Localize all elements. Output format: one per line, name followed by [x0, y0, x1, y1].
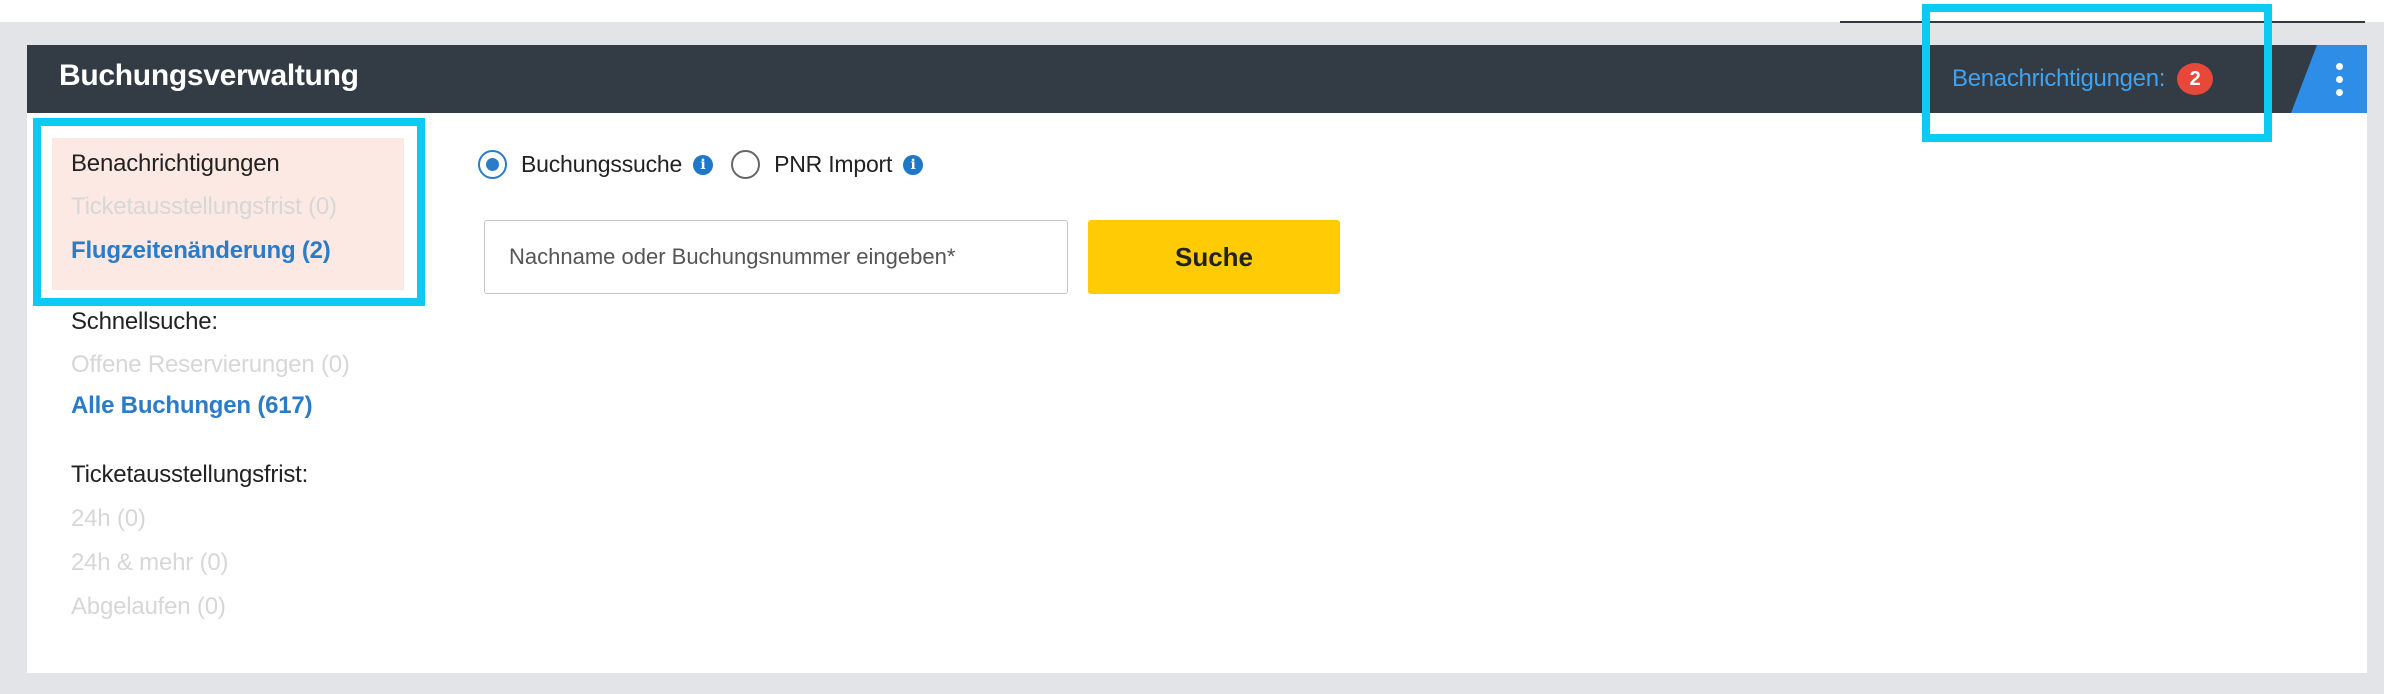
sidebar-item-ticketing-deadline-notification: Ticketausstellungsfrist (0) — [71, 193, 337, 220]
sidebar-item-expired: Abgelaufen (0) — [71, 593, 226, 620]
radio-booking-search[interactable] — [478, 150, 507, 179]
info-icon[interactable]: i — [693, 154, 714, 175]
radio-pnr-import[interactable] — [731, 150, 761, 179]
radio-booking-search-label[interactable]: Buchungssuche — [521, 151, 682, 178]
more-menu-button[interactable] — [2291, 45, 2367, 113]
sidebar-item-24h-and-more: 24h & mehr (0) — [71, 549, 229, 576]
info-icon[interactable]: i — [903, 154, 924, 175]
page-title: Buchungsverwaltung — [59, 59, 359, 92]
search-input[interactable] — [484, 220, 1068, 294]
sidebar-ticketing-deadline-heading: Ticketausstellungsfrist: — [71, 461, 309, 488]
search-mode-group: Buchungssuche i PNR Import i — [478, 150, 924, 179]
sidebar-item-open-reservations: Offene Reservierungen (0) — [71, 351, 350, 378]
highlight-box-notifications — [1922, 4, 2272, 142]
radio-pnr-import-label[interactable]: PNR Import — [774, 151, 892, 178]
sidebar-quick-search-heading: Schnellsuche: — [71, 308, 218, 335]
kebab-menu-icon — [2335, 62, 2343, 96]
search-button[interactable]: Suche — [1088, 220, 1340, 294]
sidebar-item-all-bookings[interactable]: Alle Buchungen (617) — [71, 392, 313, 420]
sidebar-item-flight-time-change[interactable]: Flugzeitenänderung (2) — [71, 237, 331, 265]
sidebar-notifications-heading: Benachrichtigungen — [71, 150, 280, 177]
sidebar-item-24h: 24h (0) — [71, 505, 146, 532]
